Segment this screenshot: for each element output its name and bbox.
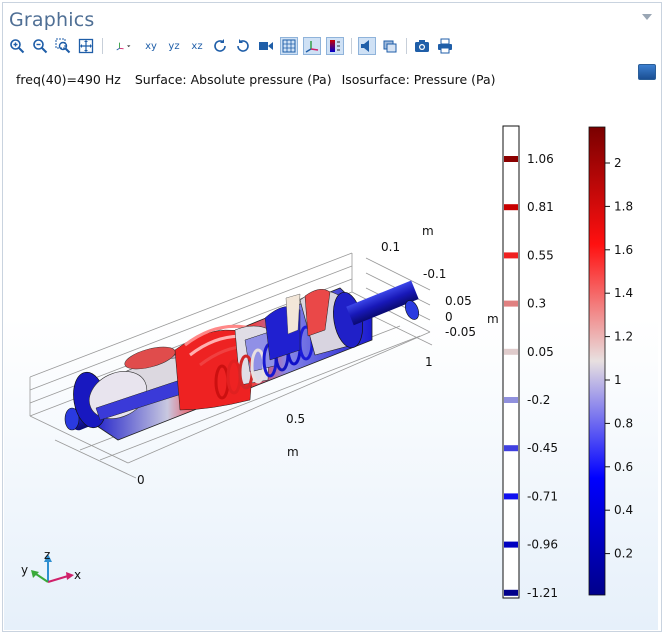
- surface-legend-label: 0.8: [614, 416, 633, 430]
- isosurface-legend-label: 0.81: [527, 200, 554, 214]
- surface-legend-label: 1: [614, 373, 622, 387]
- z-tick-label: -0.05: [445, 325, 476, 339]
- surface-legend-label: 1.4: [614, 286, 633, 300]
- surface-legend-label: 2: [614, 156, 622, 170]
- isosurface-legend-swatch: [504, 589, 518, 596]
- isosurface-legend-swatch: [504, 156, 518, 162]
- coordinate-triad: z x y: [21, 548, 81, 583]
- isosurface-legend-swatch: [504, 348, 518, 355]
- x-tick-label: 0.5: [286, 412, 305, 426]
- isosurface-legend-label: -0.71: [527, 489, 558, 503]
- surface-legend-label: 1.6: [614, 243, 633, 257]
- isosurface-legend-swatch: [504, 397, 518, 403]
- surface-legend-label: 1.2: [614, 330, 633, 344]
- isosurface-legend-label: 1.06: [527, 152, 554, 166]
- triad-z-label: z: [44, 548, 50, 562]
- x-tick-label: 0: [137, 473, 145, 487]
- isosurface-legend-swatch: [504, 445, 518, 452]
- isosurface-legend: 1.06 0.81 0.55 0.3 0.05 -0.2 -0.45 -0.71 -0.96 -1…: [502, 125, 558, 600]
- isosurface-legend-swatch: [504, 204, 518, 211]
- x-tick-label: 1: [425, 355, 433, 369]
- isosurface-legend-label: -0.45: [527, 441, 558, 455]
- isosurface-legend-swatch: [504, 493, 518, 500]
- isosurface-legend-label: -0.2: [527, 393, 550, 407]
- y-tick-label: -0.1: [423, 267, 446, 281]
- isosurface-legend-swatch: [504, 541, 518, 548]
- triad-y-label: y: [21, 563, 28, 577]
- isosurface-legend-label: 0.3: [527, 297, 546, 311]
- isosurface-legend-label: -0.96: [527, 538, 558, 552]
- z-unit-label: m: [487, 312, 499, 326]
- x-unit-label: m: [287, 445, 299, 459]
- surface-legend: 2 1.8 1.6 1.4 1.2 1 0.8 0.6 0.4 0.2: [588, 126, 633, 596]
- isosurface-legend-swatch: [504, 300, 518, 307]
- isosurface-legend-label: 0.05: [527, 345, 554, 359]
- surface-legend-label: 0.6: [614, 460, 633, 474]
- isosurface-legend-label: -1.21: [527, 586, 558, 600]
- z-tick-label: 0.05: [445, 294, 472, 308]
- y-tick-label: 0.1: [381, 240, 400, 254]
- surface-legend-label: 0.2: [614, 547, 633, 561]
- isosurface-legend-label: 0.55: [527, 248, 554, 262]
- y-unit-label: m: [422, 224, 434, 238]
- surface-legend-label: 1.8: [614, 199, 633, 213]
- z-tick-label: 0: [445, 310, 453, 324]
- triad-x-label: x: [74, 568, 81, 582]
- isosurface-legend-swatch: [504, 252, 518, 259]
- surface-legend-label: 0.4: [614, 503, 633, 517]
- plot-scene: 0 0.5 1 m 0.1 -0.1 m 0.05 0 -0.05 m z x …: [21, 125, 633, 600]
- muffler-geometry: [64, 280, 420, 441]
